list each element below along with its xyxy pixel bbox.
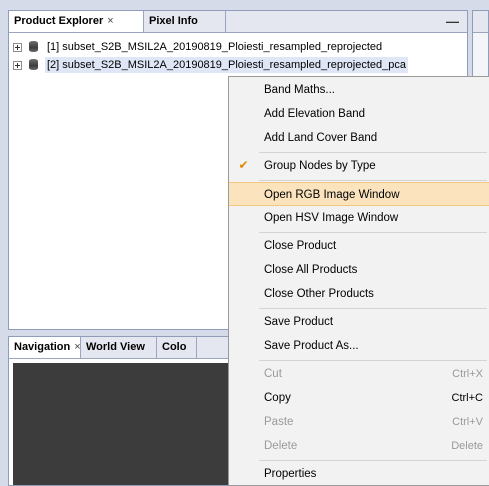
menu-item-label: Save Product	[264, 316, 334, 328]
menu-item-close-product[interactable]: Close Product	[229, 234, 489, 258]
product-label: [2] subset_S2B_MSIL2A_20190819_Ploiesti_…	[45, 57, 408, 73]
menu-item-label: Copy	[264, 392, 291, 404]
menu-separator	[259, 308, 487, 309]
product-label: [1] subset_S2B_MSIL2A_20190819_Ploiesti_…	[47, 41, 383, 53]
menu-item-label: Open HSV Image Window	[264, 212, 399, 224]
menu-item-label: Open RGB Image Window	[264, 189, 400, 201]
menu-item-label: Paste	[264, 416, 294, 428]
menu-item-label: Close Product	[264, 240, 337, 252]
menu-separator	[259, 360, 487, 361]
menu-item-group-nodes-by-type[interactable]: ✔ Group Nodes by Type	[229, 154, 489, 178]
menu-item-cut[interactable]: Cut Ctrl+X	[229, 362, 489, 386]
explorer-tab-bar: Product Explorer × Pixel Info —	[9, 11, 467, 33]
tab-colour-manipulation[interactable]: Colo	[157, 337, 197, 358]
expand-icon[interactable]	[13, 61, 22, 70]
menu-item-label: Save Product As...	[264, 340, 359, 352]
menu-separator	[259, 460, 487, 461]
menu-item-label: Band Maths...	[264, 84, 335, 96]
menu-item-close-other-products[interactable]: Close Other Products	[229, 282, 489, 306]
menu-item-shortcut: Ctrl+C	[451, 392, 483, 404]
menu-separator	[259, 152, 487, 153]
tab-label: World View	[86, 341, 145, 353]
menu-item-open-hsv-image-window[interactable]: Open HSV Image Window	[229, 206, 489, 230]
tab-label: Pixel Info	[149, 15, 198, 27]
menu-item-open-rgb-image-window[interactable]: Open RGB Image Window	[229, 182, 489, 206]
menu-item-label: Properties	[264, 468, 317, 480]
menu-item-label: Add Elevation Band	[264, 108, 366, 120]
tab-world-view[interactable]: World View	[81, 337, 157, 358]
tab-label: Product Explorer	[14, 15, 104, 27]
product-icon	[29, 41, 38, 52]
menu-item-copy[interactable]: Copy Ctrl+C	[229, 386, 489, 410]
tab-label: Colo	[162, 341, 187, 353]
menu-item-band-maths[interactable]: Band Maths...	[229, 78, 489, 102]
menu-item-label: Cut	[264, 368, 282, 380]
menu-item-shortcut: Ctrl+X	[452, 368, 483, 380]
menu-item-close-all-products[interactable]: Close All Products	[229, 258, 489, 282]
close-icon[interactable]: ×	[107, 15, 113, 27]
menu-item-save-product[interactable]: Save Product	[229, 310, 489, 334]
tab-pixel-info[interactable]: Pixel Info	[144, 11, 226, 32]
menu-item-add-elevation-band[interactable]: Add Elevation Band	[229, 102, 489, 126]
menu-separator	[259, 180, 487, 181]
menu-separator	[259, 232, 487, 233]
tab-product-explorer[interactable]: Product Explorer ×	[9, 11, 144, 32]
tab-navigation[interactable]: Navigation ×	[9, 337, 81, 358]
menu-item-shortcut: Ctrl+V	[452, 416, 483, 428]
context-menu: Band Maths... Add Elevation Band Add Lan…	[228, 76, 489, 486]
menu-item-label: Add Land Cover Band	[264, 132, 378, 144]
product-icon	[29, 59, 38, 70]
menu-item-label: Close All Products	[264, 264, 358, 276]
tab-label: Navigation	[14, 341, 71, 353]
menu-item-label: Group Nodes by Type	[264, 160, 376, 172]
menu-item-label: Delete	[264, 440, 298, 452]
menu-item-add-land-cover-band[interactable]: Add Land Cover Band	[229, 126, 489, 150]
menu-item-properties[interactable]: Properties	[229, 462, 489, 486]
checkmark-icon: ✔	[238, 158, 249, 172]
menu-item-shortcut: Delete	[451, 440, 483, 452]
menu-item-label: Close Other Products	[264, 288, 374, 300]
close-icon[interactable]: ×	[74, 341, 80, 353]
minimize-button[interactable]: —	[446, 11, 459, 32]
menu-item-paste[interactable]: Paste Ctrl+V	[229, 410, 489, 434]
right-panel-header	[473, 11, 488, 33]
menu-item-delete[interactable]: Delete Delete	[229, 434, 489, 458]
menu-item-save-product-as[interactable]: Save Product As...	[229, 334, 489, 358]
expand-icon[interactable]	[13, 43, 22, 52]
